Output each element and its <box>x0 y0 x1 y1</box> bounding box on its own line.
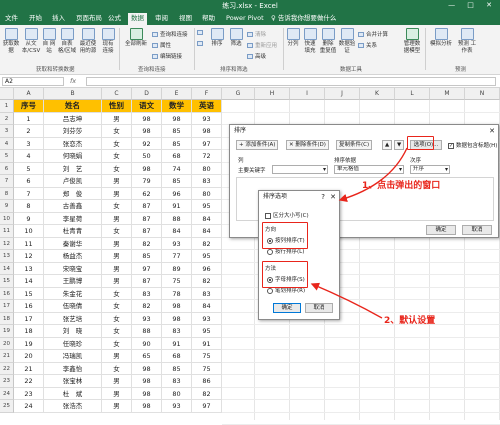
annotation-default-settings: 2、默认设置 <box>384 316 436 326</box>
arrow-to-default-settings <box>310 282 383 319</box>
arrow-to-options-dialog <box>338 147 408 203</box>
annotation-click-popup: 1、点击弹出的窗口 <box>362 181 441 191</box>
annotation-arrows <box>310 147 408 319</box>
